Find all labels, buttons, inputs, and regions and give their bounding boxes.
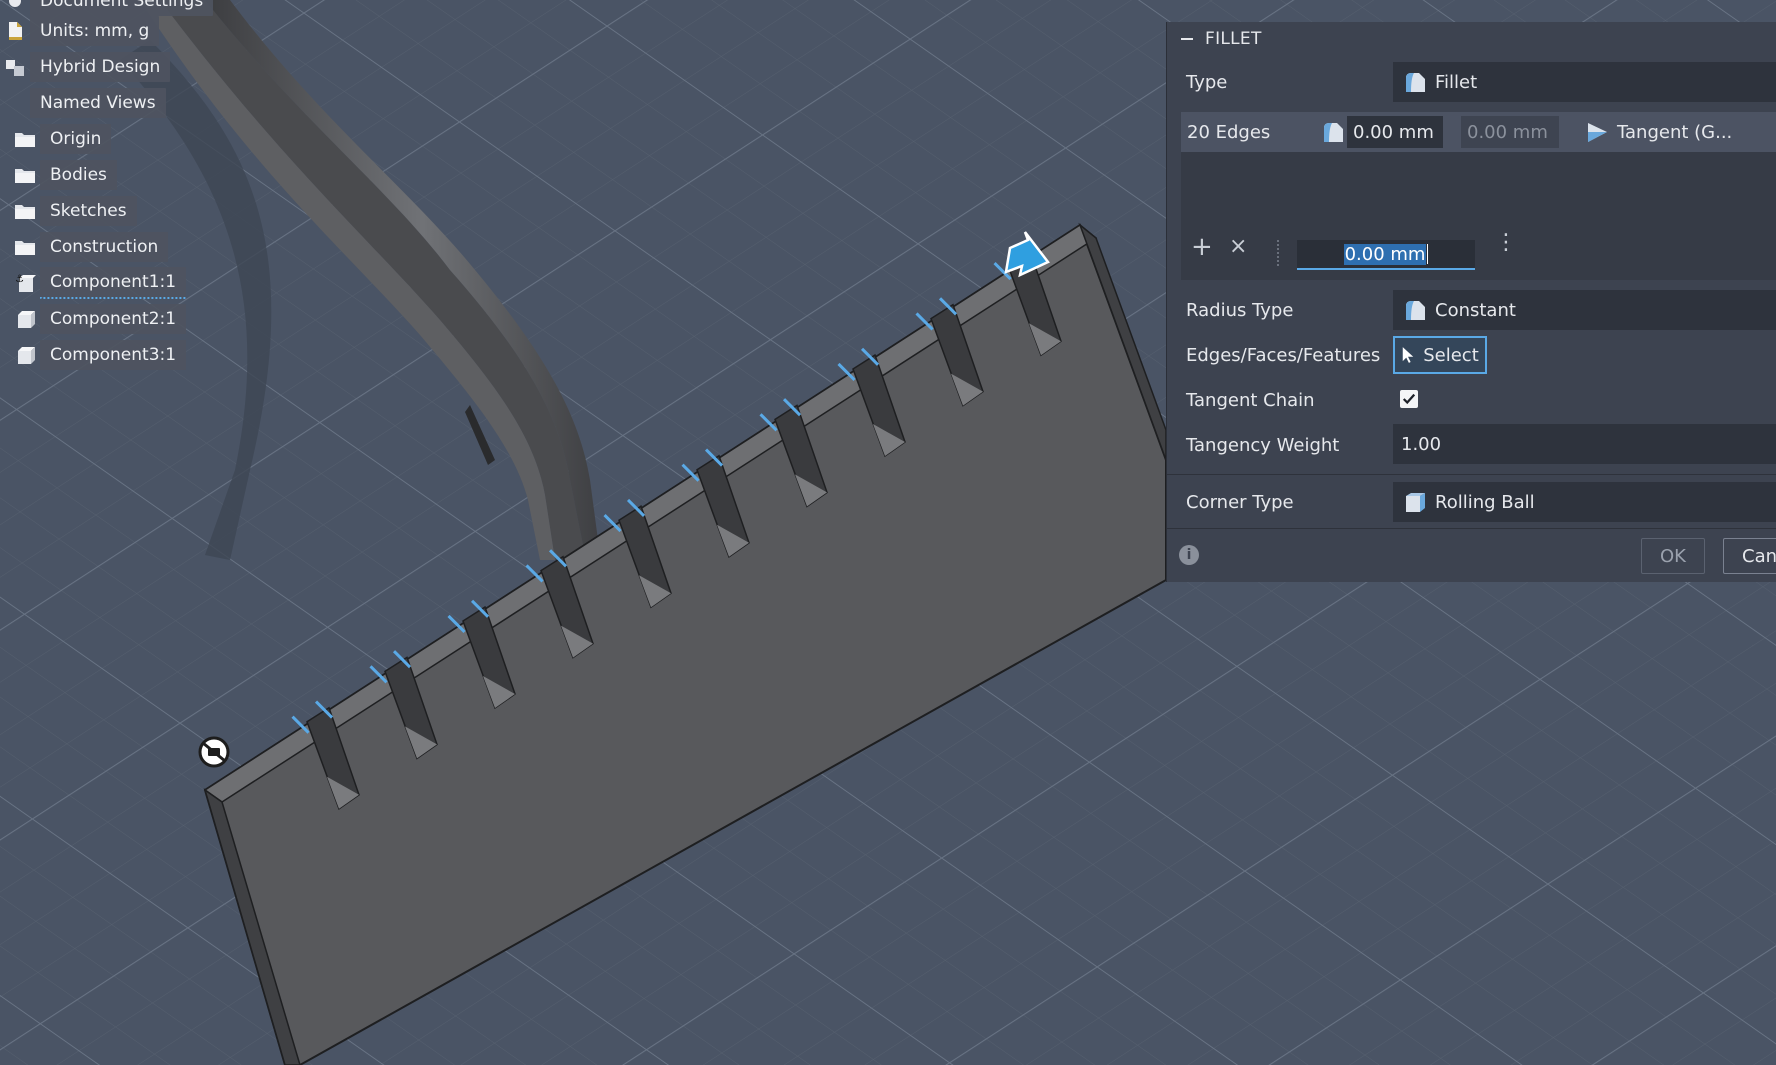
no-symbol-icon [198, 736, 230, 768]
folder-icon [14, 236, 36, 258]
corner-type-label: Corner Type [1186, 491, 1294, 513]
browser-item-label: Units: mm, g [30, 16, 160, 46]
named-views-icon [4, 92, 26, 114]
ok-label: OK [1660, 545, 1686, 567]
browser-item-label: Document Settings [30, 0, 214, 16]
more-options-icon[interactable]: ⋮ [1495, 232, 1517, 254]
dialog-title: FILLET [1205, 29, 1262, 49]
radius-value: 0.00 mm [1353, 121, 1434, 143]
browser-item-origin[interactable]: Origin [14, 124, 112, 154]
radius-type-value: Constant [1435, 299, 1516, 321]
select-button[interactable]: Select [1393, 336, 1487, 374]
folder-icon [14, 164, 36, 186]
active-radius-value: 0.00 mm [1343, 243, 1427, 265]
component-icon [14, 308, 36, 330]
browser-item-label: Origin [40, 124, 112, 154]
edge-set-table: 20 Edges 0.00 mm 0.00 mm Tangent (G... +… [1181, 112, 1776, 280]
browser-item-label: Construction [40, 232, 169, 262]
radius2-field: 0.00 mm [1461, 116, 1559, 148]
continuity-value[interactable]: Tangent (G... [1617, 122, 1732, 143]
rolling-ball-icon [1406, 493, 1425, 512]
browser-item-label: Hybrid Design [30, 52, 171, 82]
browser-item-named-views[interactable]: Named Views [4, 88, 166, 118]
browser-item-hybrid-design[interactable]: Hybrid Design [4, 52, 171, 82]
tangent-continuity-icon [1588, 123, 1607, 142]
fillet-icon [1406, 73, 1425, 92]
collapse-icon[interactable] [1181, 38, 1193, 40]
fillet-dialog: FILLET Type Fillet 20 Edges 0.00 mm 0.00… [1166, 22, 1776, 582]
type-value: Fillet [1435, 71, 1478, 93]
edge-set-row[interactable]: 20 Edges 0.00 mm 0.00 mm Tangent (G... [1181, 112, 1776, 152]
add-icon[interactable]: + [1191, 232, 1213, 262]
browser-item-label: Sketches [40, 196, 137, 226]
info-icon[interactable]: i [1179, 545, 1199, 565]
browser-item-bodies[interactable]: Bodies [14, 160, 117, 190]
type-label: Type [1186, 71, 1228, 93]
settings-icon [4, 0, 26, 12]
ok-button[interactable]: OK [1641, 538, 1705, 574]
hybrid-design-icon [4, 56, 26, 78]
svg-text:⚓: ⚓ [15, 274, 24, 285]
browser-item-construction[interactable]: Construction [14, 232, 169, 262]
divider [1167, 474, 1776, 475]
component-icon [14, 344, 36, 366]
select-label: Select [1423, 344, 1479, 366]
browser-item-label: Component2:1 [40, 304, 187, 334]
active-radius-input[interactable]: 0.00 mm [1297, 240, 1475, 270]
drag-handle-icon[interactable] [1277, 240, 1283, 266]
radius2-value: 0.00 mm [1467, 121, 1548, 143]
document-icon [4, 20, 26, 42]
browser-item-units-mm-g[interactable]: Units: mm, g [4, 16, 160, 46]
divider [1167, 528, 1776, 529]
tangency-weight-value: 1.00 [1401, 433, 1442, 455]
browser-item-sketches[interactable]: Sketches [14, 196, 137, 226]
radius-type-label: Radius Type [1186, 299, 1294, 321]
browser-item-label: Component3:1 [40, 340, 187, 370]
component-anchored-icon: ⚓ [14, 272, 36, 294]
browser-item-component2-1[interactable]: Component2:1 [14, 304, 187, 334]
browser-item-label: Bodies [40, 160, 117, 190]
remove-icon[interactable]: × [1229, 234, 1247, 259]
fillet-radius-icon [1324, 123, 1343, 142]
browser-item-component3-1[interactable]: Component3:1 [14, 340, 187, 370]
tangent-chain-checkbox[interactable] [1400, 390, 1418, 408]
folder-icon [14, 128, 36, 150]
checkmark-icon [1402, 393, 1416, 405]
edge-count: 20 Edges [1187, 121, 1271, 143]
constant-radius-icon [1406, 301, 1425, 320]
browser-item-component1-1[interactable]: ⚓ Component1:1 [14, 267, 187, 299]
tangent-chain-label: Tangent Chain [1186, 389, 1315, 411]
corner-type-dropdown[interactable]: Rolling Ball [1393, 482, 1776, 522]
browser-item-document-settings[interactable]: Document Settings [4, 0, 214, 16]
browser-item-label: Named Views [30, 88, 166, 118]
folder-icon [14, 200, 36, 222]
dialog-header[interactable]: FILLET [1167, 22, 1776, 56]
cancel-label: Can [1742, 545, 1776, 567]
cursor-icon [1402, 347, 1414, 363]
tangency-weight-field[interactable]: 1.00 [1393, 424, 1776, 464]
radius-type-dropdown[interactable]: Constant [1393, 290, 1776, 330]
tangency-weight-label: Tangency Weight [1186, 434, 1340, 456]
cancel-button[interactable]: Can [1723, 538, 1776, 574]
type-dropdown[interactable]: Fillet [1393, 62, 1776, 102]
edges-label: Edges/Faces/Features [1186, 344, 1381, 366]
radius-field[interactable]: 0.00 mm [1347, 116, 1443, 148]
browser-item-label: Component1:1 [40, 267, 187, 299]
corner-type-value: Rolling Ball [1435, 491, 1535, 513]
